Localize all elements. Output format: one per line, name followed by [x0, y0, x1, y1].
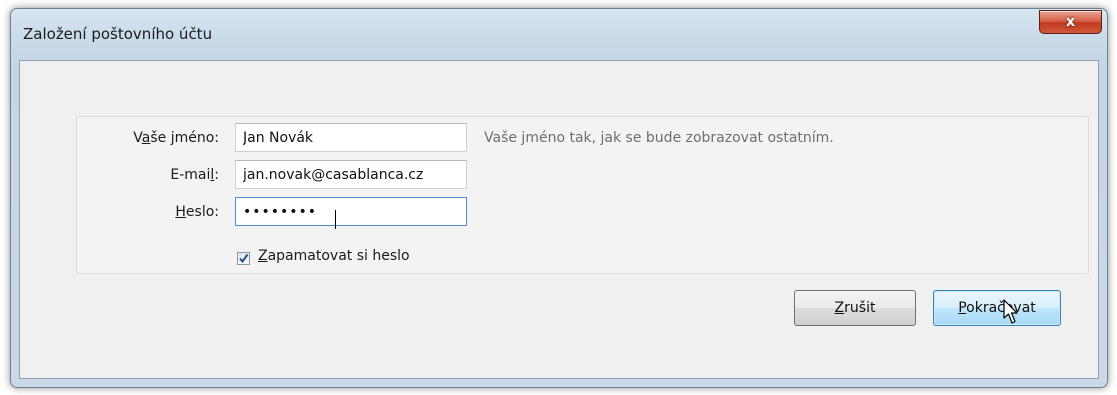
mouse-pointer-icon — [1003, 299, 1018, 324]
password-input[interactable] — [235, 197, 467, 226]
account-form-panel: Vaše jméno: Vaše jméno tak, jak se bude … — [76, 116, 1089, 274]
close-button[interactable]: x — [1039, 10, 1102, 34]
name-hint: Vaše jméno tak, jak se bude zobrazovat o… — [484, 130, 834, 146]
close-icon: x — [1065, 14, 1076, 30]
checkmark-icon — [239, 253, 249, 264]
cancel-button-label: Zrušit — [834, 300, 876, 316]
text-caret — [335, 210, 336, 229]
email-label: E-mail: — [170, 167, 219, 183]
email-input[interactable] — [235, 160, 467, 189]
remember-password-checkbox[interactable] — [237, 252, 250, 265]
title-bar[interactable]: Založení poštovního účtu x — [11, 9, 1107, 59]
window-title: Založení poštovního účtu — [23, 25, 213, 43]
dialog-client-area: Vaše jméno: Vaše jméno tak, jak se bude … — [19, 60, 1099, 379]
dialog-window: Založení poštovního účtu x Vaše jméno: V… — [10, 8, 1108, 388]
password-label: Heslo: — [175, 204, 219, 220]
continue-button[interactable]: Pokračovat — [933, 290, 1061, 326]
name-input[interactable] — [235, 123, 467, 152]
remember-password-label[interactable]: Zapamatovat si heslo — [258, 248, 410, 264]
name-label: Vaše jméno: — [133, 130, 219, 146]
cancel-button[interactable]: Zrušit — [794, 290, 916, 326]
